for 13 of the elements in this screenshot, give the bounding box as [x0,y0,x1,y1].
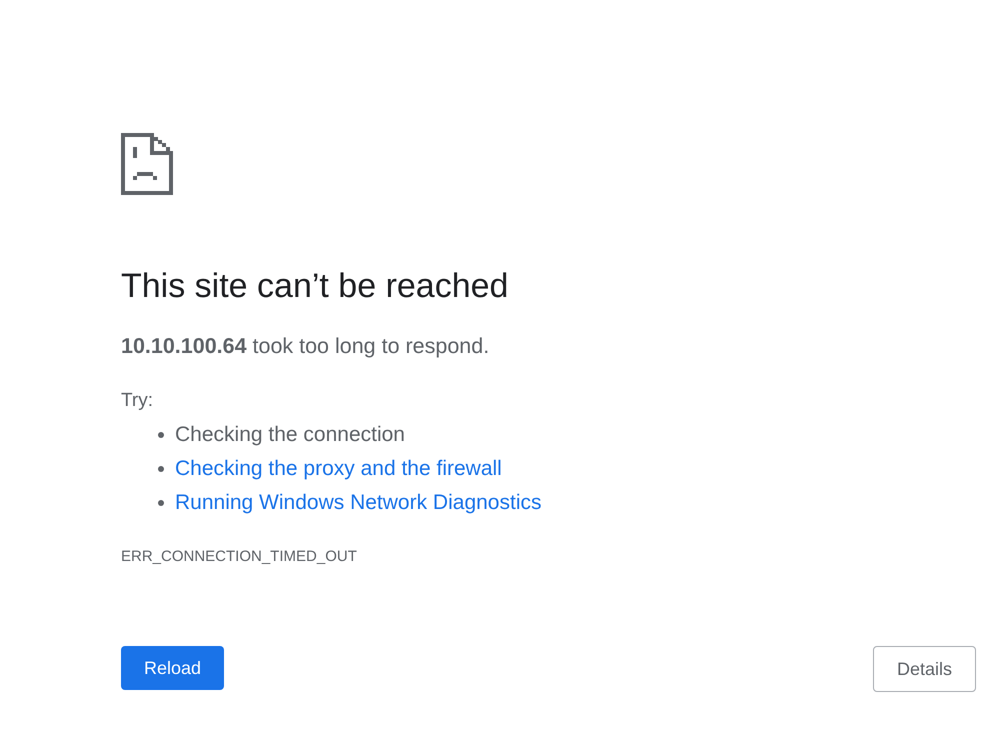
suggestion-text: Checking the connection [175,422,405,448]
suggestion-link[interactable]: Running Windows Network Diagnostics [175,490,542,516]
sad-page-icon [121,133,173,195]
error-code: ERR_CONNECTION_TIMED_OUT [121,548,357,566]
page-heading: This site can’t be reached [121,266,508,306]
error-message: 10.10.100.64 took too long to respond. [121,333,490,359]
bullet-icon [158,466,164,472]
bullet-icon [158,500,164,506]
suggestions-label: Try: [121,389,154,413]
bullet-icon [158,432,164,438]
reload-button[interactable]: Reload [121,646,224,690]
suggestion-link[interactable]: Checking the proxy and the firewall [175,456,502,482]
details-button[interactable]: Details [872,646,976,692]
